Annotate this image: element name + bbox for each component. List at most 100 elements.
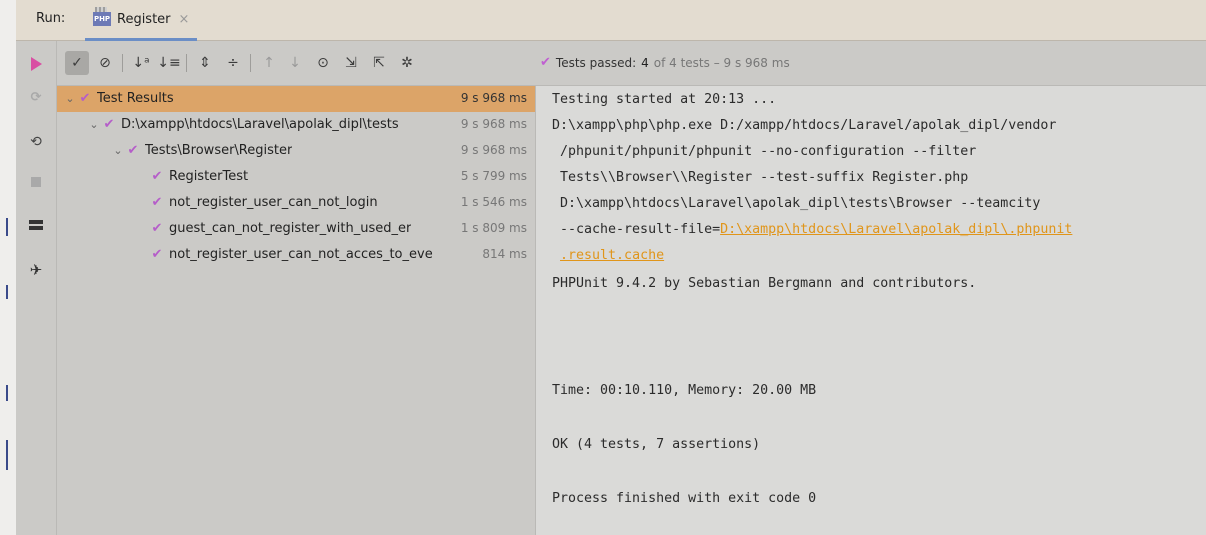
rerun-failed-icon: ⟳: [30, 89, 42, 105]
console-line: Process finished with exit code 0: [552, 491, 817, 506]
status-prefix: Tests passed:: [555, 55, 637, 70]
edge-marker: [6, 440, 8, 470]
edge-marker: [6, 218, 8, 236]
layout-button[interactable]: [25, 214, 47, 236]
import-tests-button[interactable]: ⇲: [339, 51, 363, 75]
tree-node-label: Tests\Browser\Register: [145, 143, 293, 158]
collapse-all-icon: ÷: [227, 55, 239, 71]
pin-tab-button[interactable]: ✈: [25, 259, 47, 281]
next-failed-button[interactable]: ↓: [283, 51, 307, 75]
export-tests-icon: ⇱: [373, 55, 385, 71]
show-ignored-icon: ⊘: [99, 55, 111, 71]
tree-node-duration: 9 s 968 ms: [460, 143, 527, 157]
console-line: D:\xampp\php\php.exe D:/xampp/htdocs/Lar…: [552, 118, 1057, 133]
close-icon[interactable]: ×: [179, 12, 190, 27]
toolbar-separator: [186, 54, 187, 72]
run-button[interactable]: [25, 53, 47, 75]
test-history-icon: ⊙: [317, 55, 329, 71]
collapse-all-button[interactable]: ÷: [221, 51, 245, 75]
console-line: --cache-result-file=D:\xampp\htdocs\Lara…: [552, 222, 1072, 237]
sort-alphabetically-button[interactable]: ↓ᵃ: [129, 51, 153, 75]
show-passed-button[interactable]: ✓: [65, 51, 89, 75]
run-label: Run:: [36, 11, 66, 26]
console-line: /phpunit/phpunit/phpunit --no-configurat…: [552, 144, 977, 159]
tree-node-duration: 9 s 968 ms: [460, 91, 527, 105]
console-line: PHPUnit 9.4.2 by Sebastian Bergmann and …: [552, 276, 977, 291]
php-icon: PHP: [93, 7, 111, 26]
check-icon: ✔: [151, 247, 163, 262]
stop-icon: [31, 177, 41, 187]
chevron-down-icon[interactable]: ⌄: [87, 118, 101, 131]
check-icon: ✔: [151, 221, 163, 236]
test-results-tree: ⌄ ✔ Test Results 9 s 968 ms ⌄ ✔ D:\xampp…: [57, 86, 536, 535]
chevron-down-icon[interactable]: ⌄: [111, 144, 125, 157]
sort-by-duration-icon: ↓≡: [157, 55, 181, 71]
tree-node-register-test[interactable]: ✔ RegisterTest 5 s 799 ms: [57, 164, 535, 190]
run-actions-strip: ⟳ ⟲ ✈: [16, 41, 57, 535]
tree-node-label: RegisterTest: [169, 169, 249, 184]
show-ignored-button[interactable]: ⊘: [93, 51, 117, 75]
tree-node-test-method[interactable]: ✔ not_register_user_can_not_login 1 s 54…: [57, 190, 535, 216]
settings-icon: ✲: [401, 55, 413, 71]
tree-node-label: not_register_user_can_not_login: [169, 195, 378, 210]
next-failed-icon: ↓: [289, 55, 301, 71]
import-tests-icon: ⇲: [345, 55, 357, 71]
toolbar-separator: [122, 54, 123, 72]
expand-all-button[interactable]: ⇕: [193, 51, 217, 75]
status-count: 4: [641, 55, 649, 70]
toggle-auto-test-button[interactable]: ⟲: [25, 131, 47, 153]
tab-register[interactable]: PHP Register ×: [85, 0, 198, 41]
tree-node-duration: 9 s 968 ms: [460, 117, 527, 131]
tree-node-duration: 1 s 546 ms: [460, 195, 527, 209]
tree-node-label: D:\xampp\htdocs\Laravel\apolak_dipl\test…: [121, 117, 399, 132]
test-runner-toolbar: ✓ ⊘ ↓ᵃ ↓≡ ⇕ ÷ ↑ ↓ ⊙ ⇲ ⇱ ✲ ✔ Tests passed…: [57, 41, 1206, 86]
tree-node-duration: 5 s 799 ms: [460, 169, 527, 183]
toolbar-separator: [250, 54, 251, 72]
previous-failed-icon: ↑: [263, 55, 275, 71]
export-tests-button[interactable]: ⇱: [367, 51, 391, 75]
console-line: Tests\\Browser\\Register --test-suffix R…: [552, 170, 969, 185]
stop-button[interactable]: [25, 171, 47, 193]
check-icon: ✔: [79, 91, 91, 106]
test-history-button[interactable]: ⊙: [311, 51, 335, 75]
editor-edge: [0, 0, 16, 535]
edge-marker: [6, 385, 8, 401]
check-icon: ✔: [127, 143, 139, 158]
edge-marker: [6, 285, 8, 299]
chevron-down-icon[interactable]: ⌄: [63, 92, 77, 105]
check-icon: ✔: [151, 169, 163, 184]
tree-node-test-results[interactable]: ⌄ ✔ Test Results 9 s 968 ms: [57, 86, 535, 112]
show-passed-icon: ✓: [71, 55, 83, 71]
tree-node-label: guest_can_not_register_with_used_er: [169, 221, 412, 236]
expand-all-icon: ⇕: [199, 55, 211, 71]
console-line: .result.cache: [552, 248, 664, 263]
play-icon: [30, 57, 42, 71]
check-icon: ✔: [151, 195, 163, 210]
tree-node-label: not_register_user_can_not_acces_to_eve: [169, 247, 433, 262]
tree-node-tests-directory[interactable]: ⌄ ✔ D:\xampp\htdocs\Laravel\apolak_dipl\…: [57, 112, 535, 138]
tree-node-test-method[interactable]: ✔ not_register_user_can_not_acces_to_eve…: [57, 242, 535, 268]
cache-file-link[interactable]: D:\xampp\htdocs\Laravel\apolak_dipl\.php…: [720, 222, 1072, 237]
layout-icon: [29, 220, 43, 230]
check-icon: ✔: [103, 117, 115, 132]
status-detail: of 4 tests – 9 s 968 ms: [653, 55, 790, 70]
console-line: D:\xampp\htdocs\Laravel\apolak_dipl\test…: [552, 196, 1041, 211]
tree-node-test-method[interactable]: ✔ guest_can_not_register_with_used_er 1 …: [57, 216, 535, 242]
console-output[interactable]: Testing started at 20:13 ... D:\xampp\ph…: [536, 86, 1206, 535]
tree-node-duration: 1 s 809 ms: [460, 221, 527, 235]
settings-button[interactable]: ✲: [395, 51, 419, 75]
sort-by-duration-button[interactable]: ↓≡: [157, 51, 181, 75]
pin-icon: ✈: [29, 261, 43, 279]
rerun-failed-button[interactable]: ⟳: [25, 86, 47, 108]
console-line: OK (4 tests, 7 assertions): [552, 437, 761, 452]
check-icon: ✔: [540, 55, 551, 70]
cache-file-link[interactable]: .result.cache: [560, 248, 664, 263]
test-status: ✔ Tests passed: 4 of 4 tests – 9 s 968 m…: [540, 55, 790, 70]
console-line: Time: 00:10.110, Memory: 20.00 MB: [552, 383, 817, 398]
tree-node-register-namespace[interactable]: ⌄ ✔ Tests\Browser\Register 9 s 968 ms: [57, 138, 535, 164]
tree-node-duration: 814 ms: [482, 247, 527, 261]
tree-node-label: Test Results: [97, 91, 174, 106]
previous-failed-button[interactable]: ↑: [257, 51, 281, 75]
console-text: --cache-result-file=: [552, 222, 721, 237]
sort-alphabetically-icon: ↓ᵃ: [132, 55, 150, 71]
